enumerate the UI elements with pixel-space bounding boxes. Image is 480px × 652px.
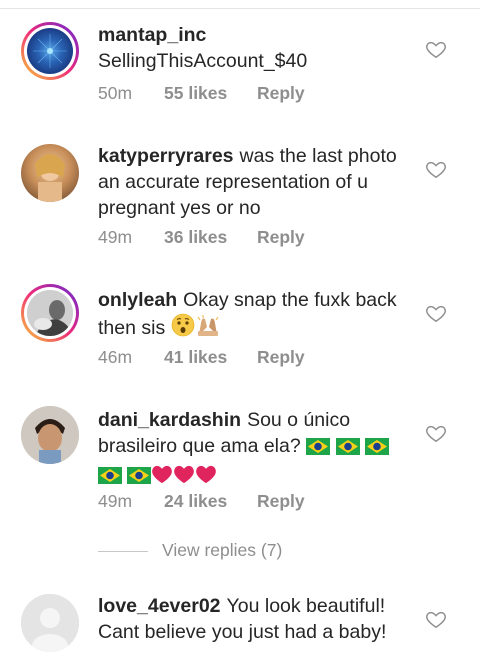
comment-likes[interactable]: 41 likes <box>164 347 257 368</box>
avatar <box>27 290 73 336</box>
top-divider <box>0 0 480 9</box>
brazil-flag-emoji <box>335 436 360 462</box>
heart-outline-icon[interactable] <box>425 158 447 180</box>
avatar-story-ring[interactable] <box>21 22 79 80</box>
hushed-face-emoji <box>171 313 195 344</box>
heart-outline-icon[interactable] <box>425 302 447 324</box>
comment-likes[interactable]: 36 likes <box>164 227 257 248</box>
brazil-flag-emoji <box>364 436 389 462</box>
comment-username[interactable]: mantap_inc <box>98 24 206 46</box>
brazil-flag-emoji <box>127 465 152 491</box>
avatar[interactable] <box>21 144 79 202</box>
comment-body: SellingThisAccount_$40 <box>98 50 308 72</box>
comment-username[interactable]: love_4ever02 <box>98 595 221 617</box>
reply-button[interactable]: Reply <box>257 83 305 104</box>
heart-outline-icon[interactable] <box>425 422 447 444</box>
red-heart-emoji <box>173 464 195 491</box>
reply-button[interactable]: Reply <box>257 227 305 248</box>
view-replies-button[interactable]: View replies (7) <box>162 540 282 561</box>
avatar[interactable] <box>21 406 79 464</box>
comment-likes[interactable]: 55 likes <box>164 83 257 104</box>
comment-text: love_4ever02 You look beautiful! Cant bel… <box>98 593 418 645</box>
comment-username[interactable]: dani_kardashin <box>98 409 241 431</box>
comment-text: dani_kardashin Sou o único brasileiro que… <box>98 407 418 491</box>
folded-hands-emoji <box>195 313 221 344</box>
red-heart-emoji <box>195 464 217 491</box>
comment-meta: 49m 36 likes Reply <box>98 227 305 248</box>
red-heart-emoji <box>151 464 173 491</box>
comment-time: 50m <box>98 83 133 103</box>
heart-outline-icon[interactable] <box>425 608 447 630</box>
brazil-flag-emoji <box>306 436 331 462</box>
comment-time: 49m <box>98 491 133 511</box>
comment-text: katyperryrares was the last photo an accu… <box>98 143 418 221</box>
avatar[interactable] <box>21 594 79 652</box>
brazil-flag-emoji <box>98 465 122 491</box>
comment-username[interactable]: onlyleah <box>98 289 177 311</box>
comment-likes[interactable]: 24 likes <box>164 491 257 512</box>
comment-meta: 50m 55 likes Reply <box>98 83 305 104</box>
comment-time: 46m <box>98 347 133 367</box>
comment-time: 49m <box>98 227 133 247</box>
view-replies-divider <box>98 551 148 552</box>
comment-text: onlyleah Okay snap the fuxk back then sis <box>98 287 418 344</box>
reply-button[interactable]: Reply <box>257 491 305 512</box>
comment-meta: 49m 24 likes Reply <box>98 491 305 512</box>
comment-text: mantap_inc SellingThisAccount_$40 <box>98 22 418 74</box>
avatar <box>27 28 73 74</box>
avatar-story-ring[interactable] <box>21 284 79 342</box>
comment-username[interactable]: katyperryrares <box>98 145 234 167</box>
comment-meta: 46m 41 likes Reply <box>98 347 305 368</box>
heart-outline-icon[interactable] <box>425 38 447 60</box>
reply-button[interactable]: Reply <box>257 347 305 368</box>
